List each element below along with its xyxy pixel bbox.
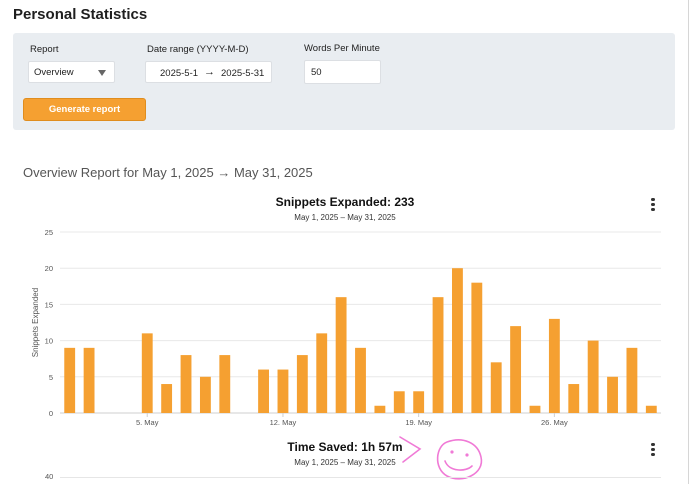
bar[interactable] <box>510 326 522 413</box>
time-saved-chart-title: Time Saved: 1h 57m <box>287 440 403 454</box>
time-saved-gridline <box>60 477 661 478</box>
bar[interactable] <box>548 318 560 413</box>
bar[interactable] <box>607 376 618 413</box>
x-tick-label: 5. May <box>136 418 159 427</box>
bar[interactable] <box>490 362 502 413</box>
kebab-menu-icon[interactable] <box>650 443 656 459</box>
bar[interactable] <box>219 355 231 413</box>
y-tick-label: 0 <box>49 409 53 418</box>
bar[interactable] <box>374 405 386 413</box>
bar[interactable] <box>432 297 444 413</box>
y-axis-label: Snippets Expanded <box>31 288 40 357</box>
bar[interactable] <box>413 391 425 413</box>
x-tick-label: 19. May <box>405 418 432 427</box>
bar[interactable] <box>471 282 483 413</box>
y-tick-label: 10 <box>45 337 53 346</box>
time-saved-y-tick: 40 <box>45 472 54 481</box>
y-tick-label: 5 <box>49 373 53 382</box>
bar[interactable] <box>452 268 463 413</box>
snippets-bar-chart: 0 5 10 15 20 25 5. May 12. May 19. May 26. May S… <box>31 228 661 480</box>
x-tick-label: 26. May <box>541 418 568 427</box>
y-tick-label: 15 <box>45 300 53 309</box>
bar[interactable] <box>626 347 638 413</box>
bar[interactable] <box>296 355 308 413</box>
bar[interactable] <box>258 369 269 413</box>
bar[interactable] <box>161 384 173 413</box>
y-tick-labels: 0 5 10 15 20 25 <box>45 228 53 418</box>
bar[interactable] <box>277 369 289 413</box>
y-tick-label: 25 <box>45 228 53 237</box>
bar[interactable] <box>393 391 405 413</box>
bar[interactable] <box>529 405 541 413</box>
x-tick-labels: 5. May 12. May 19. May 26. May <box>136 413 568 427</box>
bar[interactable] <box>587 340 599 413</box>
bar[interactable] <box>199 376 211 413</box>
bar[interactable] <box>83 347 95 413</box>
bar[interactable] <box>316 333 328 413</box>
y-tick-label: 20 <box>45 264 53 273</box>
bar[interactable] <box>335 297 347 413</box>
bar[interactable] <box>180 355 192 413</box>
bar[interactable] <box>355 347 366 413</box>
x-tick-label: 12. May <box>270 418 297 427</box>
bar[interactable] <box>64 347 76 413</box>
bar[interactable] <box>645 405 657 413</box>
bar[interactable] <box>568 384 580 413</box>
bar[interactable] <box>141 333 153 413</box>
time-saved-chart-subtitle: May 1, 2025 – May 31, 2025 <box>294 458 396 467</box>
